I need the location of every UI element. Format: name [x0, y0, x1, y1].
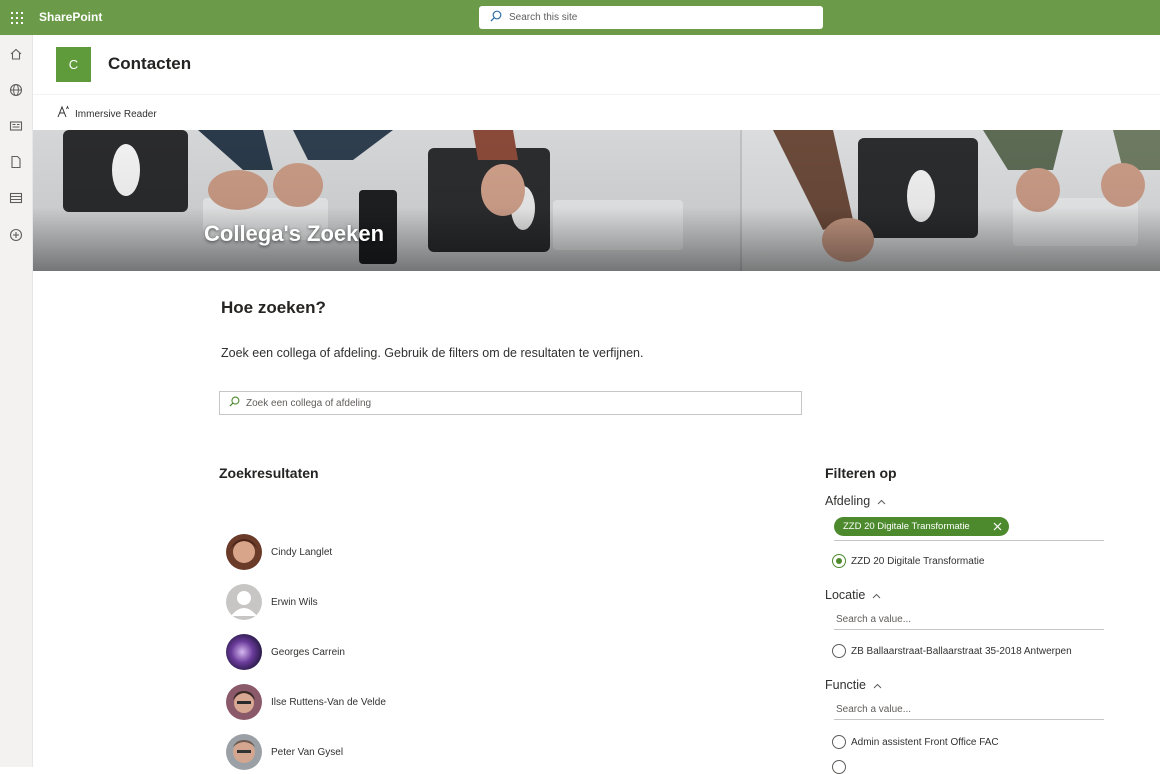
avatar [226, 584, 262, 620]
facet-locatie-search[interactable]: Search a value... [834, 610, 1104, 630]
facet-functie-label: Functie [825, 678, 866, 692]
search-icon [490, 9, 502, 27]
filter-option-label: ZZD 20 Digitale Transformatie [851, 555, 985, 567]
filter-option-functie-next[interactable] [832, 760, 846, 774]
person-result[interactable]: Peter Van Gysel [226, 734, 343, 770]
document-icon[interactable] [8, 154, 24, 170]
app-launcher-icon[interactable] [0, 0, 33, 35]
person-name: Erwin Wils [271, 596, 318, 608]
list-icon[interactable] [8, 190, 24, 206]
news-icon[interactable] [8, 118, 24, 134]
home-icon[interactable] [8, 46, 24, 62]
immersive-reader-label: Immersive Reader [75, 108, 157, 120]
avatar [226, 634, 262, 670]
close-icon[interactable] [991, 520, 1004, 533]
add-icon[interactable] [8, 227, 24, 243]
facet-functie-toggle[interactable]: Functie [825, 676, 882, 694]
site-logo[interactable]: C [56, 47, 91, 82]
section-heading: Hoe zoeken? [221, 298, 326, 317]
avatar [226, 684, 262, 720]
filter-option-label: Admin assistent Front Office FAC [851, 736, 999, 748]
person-name: Georges Carrein [271, 646, 345, 658]
person-result[interactable]: Erwin Wils [226, 584, 318, 620]
search-icon [229, 394, 240, 412]
command-bar: Immersive Reader [33, 94, 1160, 130]
facet-locatie-label: Locatie [825, 588, 866, 602]
results-heading: Zoekresultaten [219, 465, 319, 481]
facet-functie-search[interactable]: Search a value... [834, 700, 1104, 720]
filter-option-functie[interactable]: Admin assistent Front Office FAC [832, 735, 999, 749]
person-result[interactable]: Georges Carrein [226, 634, 345, 670]
filter-option-label: ZB Ballaarstraat-Ballaarstraat 35-2018 A… [851, 645, 1072, 657]
filter-option-afdeling[interactable]: ZZD 20 Digitale Transformatie [832, 554, 984, 568]
person-result[interactable]: Cindy Langlet [226, 534, 332, 570]
people-search-placeholder: Zoek een collega of afdeling [246, 397, 372, 409]
radio-unselected[interactable] [832, 760, 846, 774]
selected-filter-label: ZZD 20 Digitale Transformatie [843, 521, 970, 532]
site-title[interactable]: Contacten [108, 54, 191, 74]
avatar [226, 734, 262, 770]
brand-link[interactable]: SharePoint [39, 0, 102, 35]
selected-filter-pill: ZZD 20 Digitale Transformatie [834, 517, 1009, 536]
facet-locatie-toggle[interactable]: Locatie [825, 586, 881, 604]
immersive-reader-button[interactable]: Immersive Reader [57, 105, 157, 123]
chevron-up-icon [872, 586, 881, 604]
suite-bar: SharePoint Search this site [0, 0, 1160, 35]
site-search-input[interactable]: Search this site [479, 6, 823, 29]
hero-image [33, 130, 1160, 271]
person-name: Ilse Ruttens-Van de Velde [271, 696, 386, 708]
site-search-placeholder: Search this site [509, 12, 578, 23]
filter-option-locatie[interactable]: ZB Ballaarstraat-Ballaarstraat 35-2018 A… [832, 644, 1072, 658]
person-name: Cindy Langlet [271, 546, 333, 558]
radio-selected[interactable] [832, 554, 846, 568]
immersive-reader-icon [57, 105, 71, 123]
divider [834, 540, 1104, 541]
facet-afdeling-toggle[interactable]: Afdeling [825, 492, 886, 510]
radio-unselected[interactable] [832, 735, 846, 749]
globe-icon[interactable] [8, 82, 24, 98]
hero-title: Collega's Zoeken [204, 221, 385, 246]
app-bar [0, 35, 33, 767]
hero-banner: Collega's Zoeken [33, 130, 1160, 271]
chevron-up-icon [873, 676, 882, 694]
filter-heading: Filteren op [825, 465, 897, 481]
facet-afdeling-label: Afdeling [825, 494, 871, 508]
avatar [226, 534, 262, 570]
instruction-text: Zoek een collega of afdeling. Gebruik de… [221, 346, 644, 360]
person-result[interactable]: Ilse Ruttens-Van de Velde [226, 684, 386, 720]
chevron-up-icon [877, 492, 886, 510]
people-search-input[interactable]: Zoek een collega of afdeling [219, 391, 802, 415]
radio-unselected[interactable] [832, 644, 846, 658]
person-name: Peter Van Gysel [271, 746, 344, 758]
